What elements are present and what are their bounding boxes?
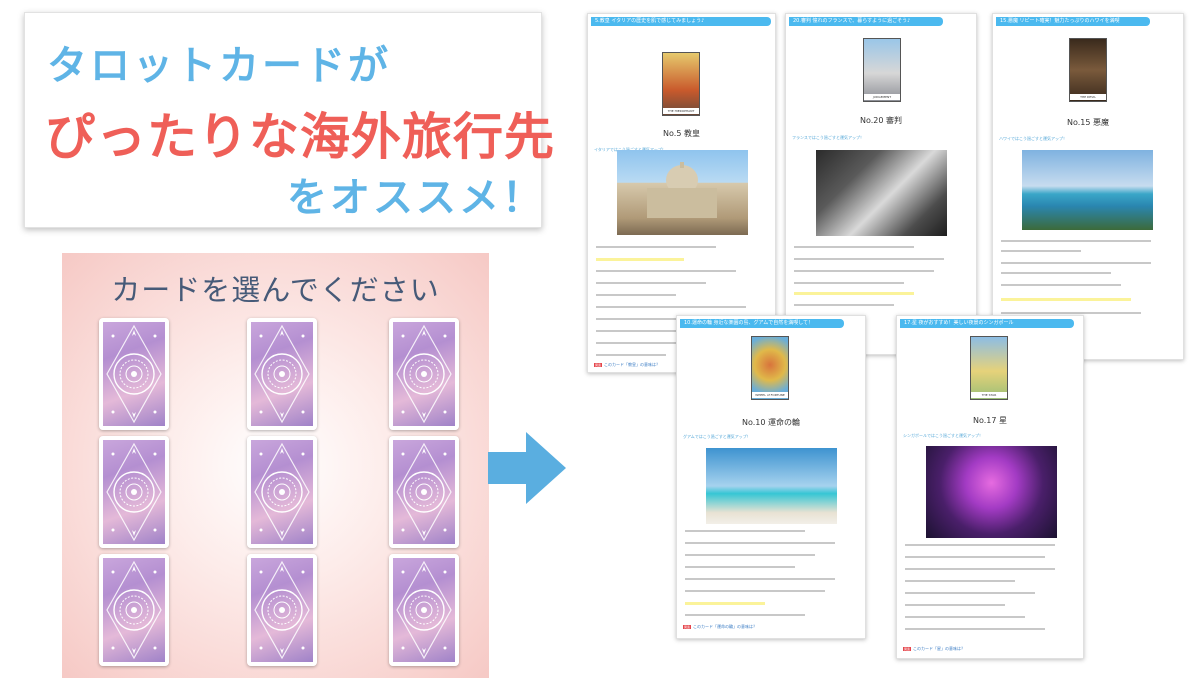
page-subheading: グアムではこう過ごすと運気アップ！ — [683, 434, 751, 439]
tarot-card-label: JUDGEMENT — [864, 94, 900, 100]
tarot-card-image: THE DEVIL — [1069, 38, 1107, 102]
text-line — [905, 604, 1005, 606]
text-line — [794, 304, 894, 306]
text-line — [685, 614, 805, 616]
text-line — [905, 568, 1055, 570]
text-line — [685, 590, 825, 592]
text-line — [685, 578, 835, 580]
card-name-title: No.5 教皇 — [663, 129, 700, 138]
tarot-card-label: THE HIEROPHANT — [663, 108, 699, 114]
tarot-card-back-icon[interactable] — [389, 318, 459, 430]
card-meaning-link-text[interactable]: このカード「運命の輪」の意味は？ — [693, 624, 757, 629]
text-line — [685, 554, 815, 556]
highlight-line — [685, 602, 765, 605]
text-line — [685, 542, 835, 544]
card-name-title: No.10 運命の輪 — [741, 418, 800, 427]
text-line — [685, 566, 795, 568]
highlight-line — [596, 258, 684, 261]
text-line — [685, 530, 805, 532]
page-subheading: ハワイではこう過ごすと運気アップ！ — [999, 136, 1068, 141]
text-line — [905, 628, 1045, 630]
tarot-card-back-icon[interactable] — [389, 436, 459, 548]
text-line — [794, 282, 904, 284]
text-line — [794, 270, 934, 272]
text-line — [794, 258, 944, 260]
text-line — [596, 282, 706, 284]
page-header-bar: 20.審判 憧れのフランスで、暮らすように過ごそう♪ — [789, 17, 943, 26]
photo-vatican — [617, 150, 748, 235]
article-page-devil: 15.悪魔 リピート確実！魅力たっぷりのハワイを満喫 THE DEVIL No.… — [992, 13, 1184, 360]
page-header-bar: 10.運命の輪 身近な楽園の島、グアムで自然を満喫して！ — [680, 319, 844, 328]
tarot-card-image: THE HIEROPHANT — [662, 52, 700, 116]
text-line — [905, 616, 1025, 618]
page-header-bar: 17.星 夜がおすすめ！美しい夜景のシンガポール — [900, 319, 1074, 328]
text-line — [905, 580, 1015, 582]
text-line — [596, 246, 716, 248]
page-subheading: シンガポールではこう過ごすと運気アップ！ — [903, 433, 984, 438]
hero-title-box: タロットカードが ぴったりな海外旅行先 をオススメ！ — [24, 12, 554, 228]
card-meaning-link[interactable]: 関連 このカード「運命の輪」の意味は？ — [683, 624, 757, 630]
tarot-card-back-icon[interactable] — [99, 318, 169, 430]
tarot-card-back-icon[interactable] — [247, 318, 317, 430]
card-name-title: No.17 星 — [972, 416, 1007, 425]
article-page-wheel-of-fortune: 10.運命の輪 身近な楽園の島、グアムで自然を満喫して！ WHEEL of FO… — [676, 315, 866, 639]
tarot-card-back-icon[interactable] — [389, 554, 459, 666]
text-line — [1001, 262, 1151, 264]
hero-line-1: タロットカードが — [47, 43, 391, 89]
page-header-bar: 15.悪魔 リピート確実！魅力たっぷりのハワイを満喫 — [996, 17, 1150, 26]
text-line — [596, 294, 676, 296]
highlight-line — [794, 292, 914, 295]
card-meaning-link[interactable]: 関連 このカード「教皇」の意味は？ — [594, 362, 660, 368]
text-line — [596, 270, 736, 272]
tarot-card-label: THE STAR — [971, 392, 1007, 398]
photo-hawaii — [1022, 150, 1153, 230]
text-line — [1001, 284, 1121, 286]
hero-line-3: をオススメ！ — [287, 175, 545, 221]
page-subheading: フランスではこう過ごすと運気アップ！ — [792, 135, 864, 140]
photo-paris-cafe — [816, 150, 947, 236]
tarot-card-image: THE STAR — [970, 336, 1008, 400]
hero-line-2: ぴったりな海外旅行先 — [45, 108, 555, 166]
tarot-card-back-icon[interactable] — [99, 436, 169, 548]
text-line — [905, 556, 1045, 558]
highlight-line — [1001, 298, 1131, 301]
card-meaning-link-text[interactable]: このカード「星」の意味は？ — [913, 646, 965, 651]
card-selection-panel: カードを選んでください — [62, 253, 489, 678]
text-line — [1001, 250, 1081, 252]
card-name-title: No.20 審判 — [859, 116, 902, 125]
card-name-title: No.15 悪魔 — [1066, 118, 1109, 127]
article-page-star: 17.星 夜がおすすめ！美しい夜景のシンガポール THE STAR No.17 … — [896, 315, 1084, 659]
text-line — [596, 306, 746, 308]
tarot-card-back-icon[interactable] — [247, 436, 317, 548]
photo-guam-beach — [706, 448, 837, 524]
tarot-card-label: WHEEL of FORTUNE — [752, 392, 788, 398]
text-line — [1001, 240, 1151, 242]
text-line — [1001, 312, 1141, 314]
text-line — [905, 544, 1055, 546]
text-line — [1001, 272, 1111, 274]
text-line — [596, 354, 666, 356]
text-line — [905, 592, 1035, 594]
right-arrow-icon — [488, 432, 568, 508]
tarot-card-image: JUDGEMENT — [863, 38, 901, 102]
tarot-card-back-icon[interactable] — [247, 554, 317, 666]
tarot-card-label: THE DEVIL — [1070, 94, 1106, 100]
text-line — [794, 246, 914, 248]
article-page-judgement: 20.審判 憧れのフランスで、暮らすように過ごそう♪ JUDGEMENT No.… — [785, 13, 977, 355]
page-header-bar: 5.教皇 イタリアの歴史を肌で感じてみましょう♪ — [591, 17, 771, 26]
tarot-card-image: WHEEL of FORTUNE — [751, 336, 789, 400]
card-select-prompt: カードを選んでください — [111, 273, 440, 307]
card-meaning-link[interactable]: 関連 このカード「星」の意味は？ — [903, 646, 965, 652]
tarot-card-back-icon[interactable] — [99, 554, 169, 666]
card-meaning-link-text[interactable]: このカード「教皇」の意味は？ — [604, 362, 660, 367]
photo-singapore-night — [926, 446, 1057, 538]
